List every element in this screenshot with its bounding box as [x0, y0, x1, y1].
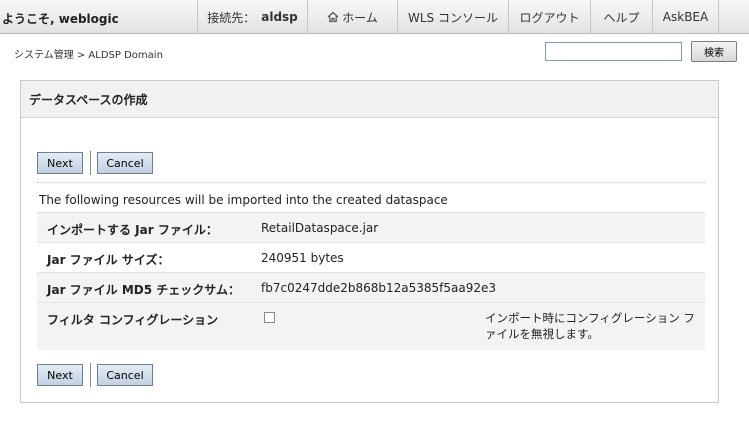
- filter-config-label: フィルタ コンフィグレーション: [47, 313, 219, 327]
- nav-logout-label: ログアウト: [519, 10, 580, 25]
- button-separator: [90, 151, 91, 175]
- cancel-button-top[interactable]: Cancel: [97, 152, 153, 174]
- jar-md5-value: fb7c0247dde2b868b12a5385f5aa92e3: [261, 281, 497, 295]
- nav-help-label: ヘルプ: [603, 10, 640, 25]
- nav-askbea-link[interactable]: AskBEA: [653, 0, 719, 34]
- nav-help-link[interactable]: ヘルプ: [591, 0, 653, 34]
- nav-wls-console-link[interactable]: WLS コンソール: [398, 0, 509, 34]
- jar-file-label: インポートする Jar ファイル：: [47, 223, 218, 237]
- next-button-bottom[interactable]: Next: [37, 364, 83, 386]
- nav-home-label: ホーム: [342, 10, 378, 25]
- panel-header: データスペースの作成: [21, 81, 718, 118]
- jar-size-label: Jar ファイル サイズ：: [47, 253, 170, 267]
- table-row: Jar ファイル サイズ： 240951 bytes: [37, 242, 705, 272]
- divider: [37, 182, 705, 184]
- button-separator: [90, 363, 91, 387]
- filter-config-hint: インポート時にコンフィグレーション ファイルを無視します。: [485, 311, 695, 341]
- breadcrumb: システム管理 > ALDSP Domain: [14, 50, 163, 61]
- page-title: データスペースの作成: [29, 93, 148, 107]
- connection-label: 接続先：: [207, 10, 256, 25]
- nav-logout-link[interactable]: ログアウト: [509, 0, 591, 34]
- intro-text: The following resources will be imported…: [39, 193, 448, 207]
- search-button[interactable]: 検索: [691, 41, 737, 62]
- connection-server: aldsp: [261, 10, 298, 24]
- jar-file-value: RetailDataspace.jar: [261, 221, 379, 235]
- cancel-button-bottom[interactable]: Cancel: [97, 364, 153, 386]
- create-dataspace-panel: データスペースの作成 Next Cancel The following res…: [20, 80, 719, 403]
- next-button-top[interactable]: Next: [37, 152, 83, 174]
- top-bar: ようこそ, weblogic 接続先： aldsp ホーム WLS コンソール …: [0, 0, 749, 34]
- table-row: Jar ファイル MD5 チェックサム： fb7c0247dde2b868b12…: [37, 272, 705, 302]
- welcome-text: ようこそ, weblogic: [2, 12, 119, 26]
- nav-askbea-label: AskBEA: [662, 10, 709, 24]
- table-row: インポートする Jar ファイル： RetailDataspace.jar: [37, 212, 705, 242]
- search-input[interactable]: [545, 42, 682, 61]
- home-icon: [327, 11, 339, 23]
- jar-md5-label: Jar ファイル MD5 チェックサム：: [47, 283, 241, 297]
- nav-home-link[interactable]: ホーム: [308, 0, 398, 34]
- connection-info: 接続先： aldsp: [197, 0, 308, 34]
- nav-wls-console-label: WLS コンソール: [408, 10, 498, 25]
- filter-config-checkbox[interactable]: [264, 312, 275, 323]
- table-row: フィルタ コンフィグレーション インポート時にコンフィグレーション ファイルを無…: [37, 302, 705, 350]
- jar-size-value: 240951 bytes: [261, 251, 344, 265]
